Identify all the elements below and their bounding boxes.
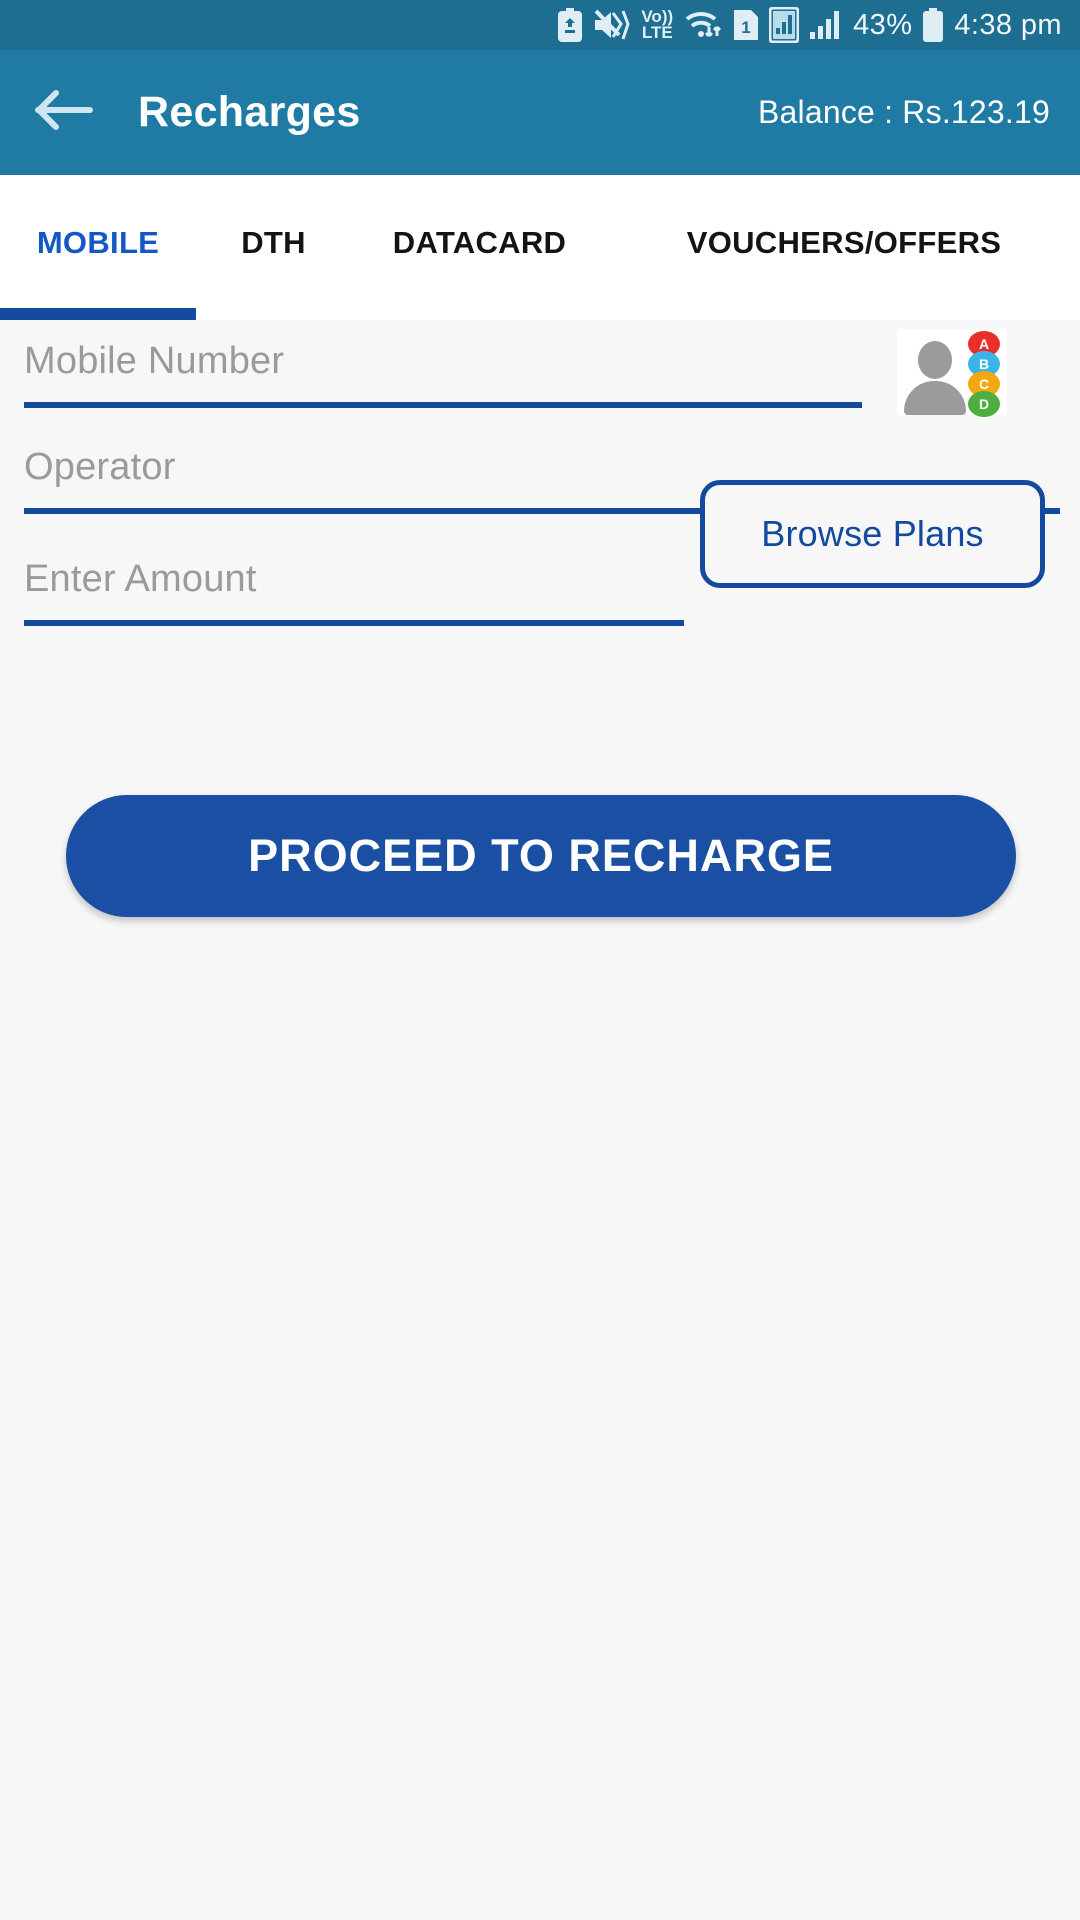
sim1-icon: 1 (733, 9, 759, 41)
tab-bar: MOBILE DTH DATACARD VOUCHERS/OFFERS (0, 175, 1080, 320)
amount-field[interactable]: Enter Amount (24, 560, 684, 626)
status-bar: Vo)) LTE 1 43% 4:38 pm (0, 0, 1080, 50)
recharge-form: Mobile Number A B C D Operator Enter Amo… (0, 320, 1080, 1920)
clock-label: 4:38 pm (954, 8, 1062, 41)
person-silhouette-icon (904, 341, 966, 415)
person-body (904, 381, 966, 415)
active-tab-indicator (0, 308, 196, 320)
tab-dth[interactable]: DTH (196, 175, 351, 320)
mute-vibrate-icon (593, 9, 631, 41)
balance-label: Balance : Rs.123.19 (758, 94, 1050, 130)
mobile-number-underline (24, 402, 862, 408)
battery-percent-label: 43% (853, 8, 913, 41)
tab-mobile[interactable]: MOBILE (0, 175, 196, 320)
mobile-number-field[interactable]: Mobile Number (24, 342, 862, 408)
contacts-icon: A B C D (900, 331, 1004, 417)
app-bar: Recharges Balance : Rs.123.19 (0, 50, 1080, 175)
browse-plans-button[interactable]: Browse Plans (700, 480, 1045, 588)
mobile-number-placeholder: Mobile Number (24, 340, 285, 382)
amount-placeholder: Enter Amount (24, 558, 257, 600)
battery-icon (922, 8, 944, 42)
back-button[interactable] (30, 78, 100, 148)
person-head (918, 341, 952, 379)
amount-underline (24, 620, 684, 626)
battery-saver-icon (557, 8, 583, 42)
contact-letters-group: A B C D (968, 331, 1002, 417)
signal-sim-icon (769, 7, 800, 43)
page-title: Recharges (138, 88, 361, 136)
arrow-left-icon (34, 88, 96, 137)
contact-letter-d: D (968, 391, 1000, 417)
proceed-to-recharge-button[interactable]: PROCEED TO RECHARGE (66, 795, 1016, 917)
signal-bars-icon (809, 9, 843, 41)
wifi-data-icon (683, 9, 723, 41)
tab-datacard[interactable]: DATACARD (351, 175, 608, 320)
tab-vouchers-offers[interactable]: VOUCHERS/OFFERS (608, 175, 1080, 320)
volte-icon: Vo)) LTE (641, 7, 674, 42)
svg-text:1: 1 (741, 18, 750, 37)
contacts-picker-button[interactable]: A B C D (897, 329, 1007, 417)
proceed-to-recharge-label: PROCEED TO RECHARGE (248, 830, 834, 881)
browse-plans-label: Browse Plans (761, 513, 984, 554)
